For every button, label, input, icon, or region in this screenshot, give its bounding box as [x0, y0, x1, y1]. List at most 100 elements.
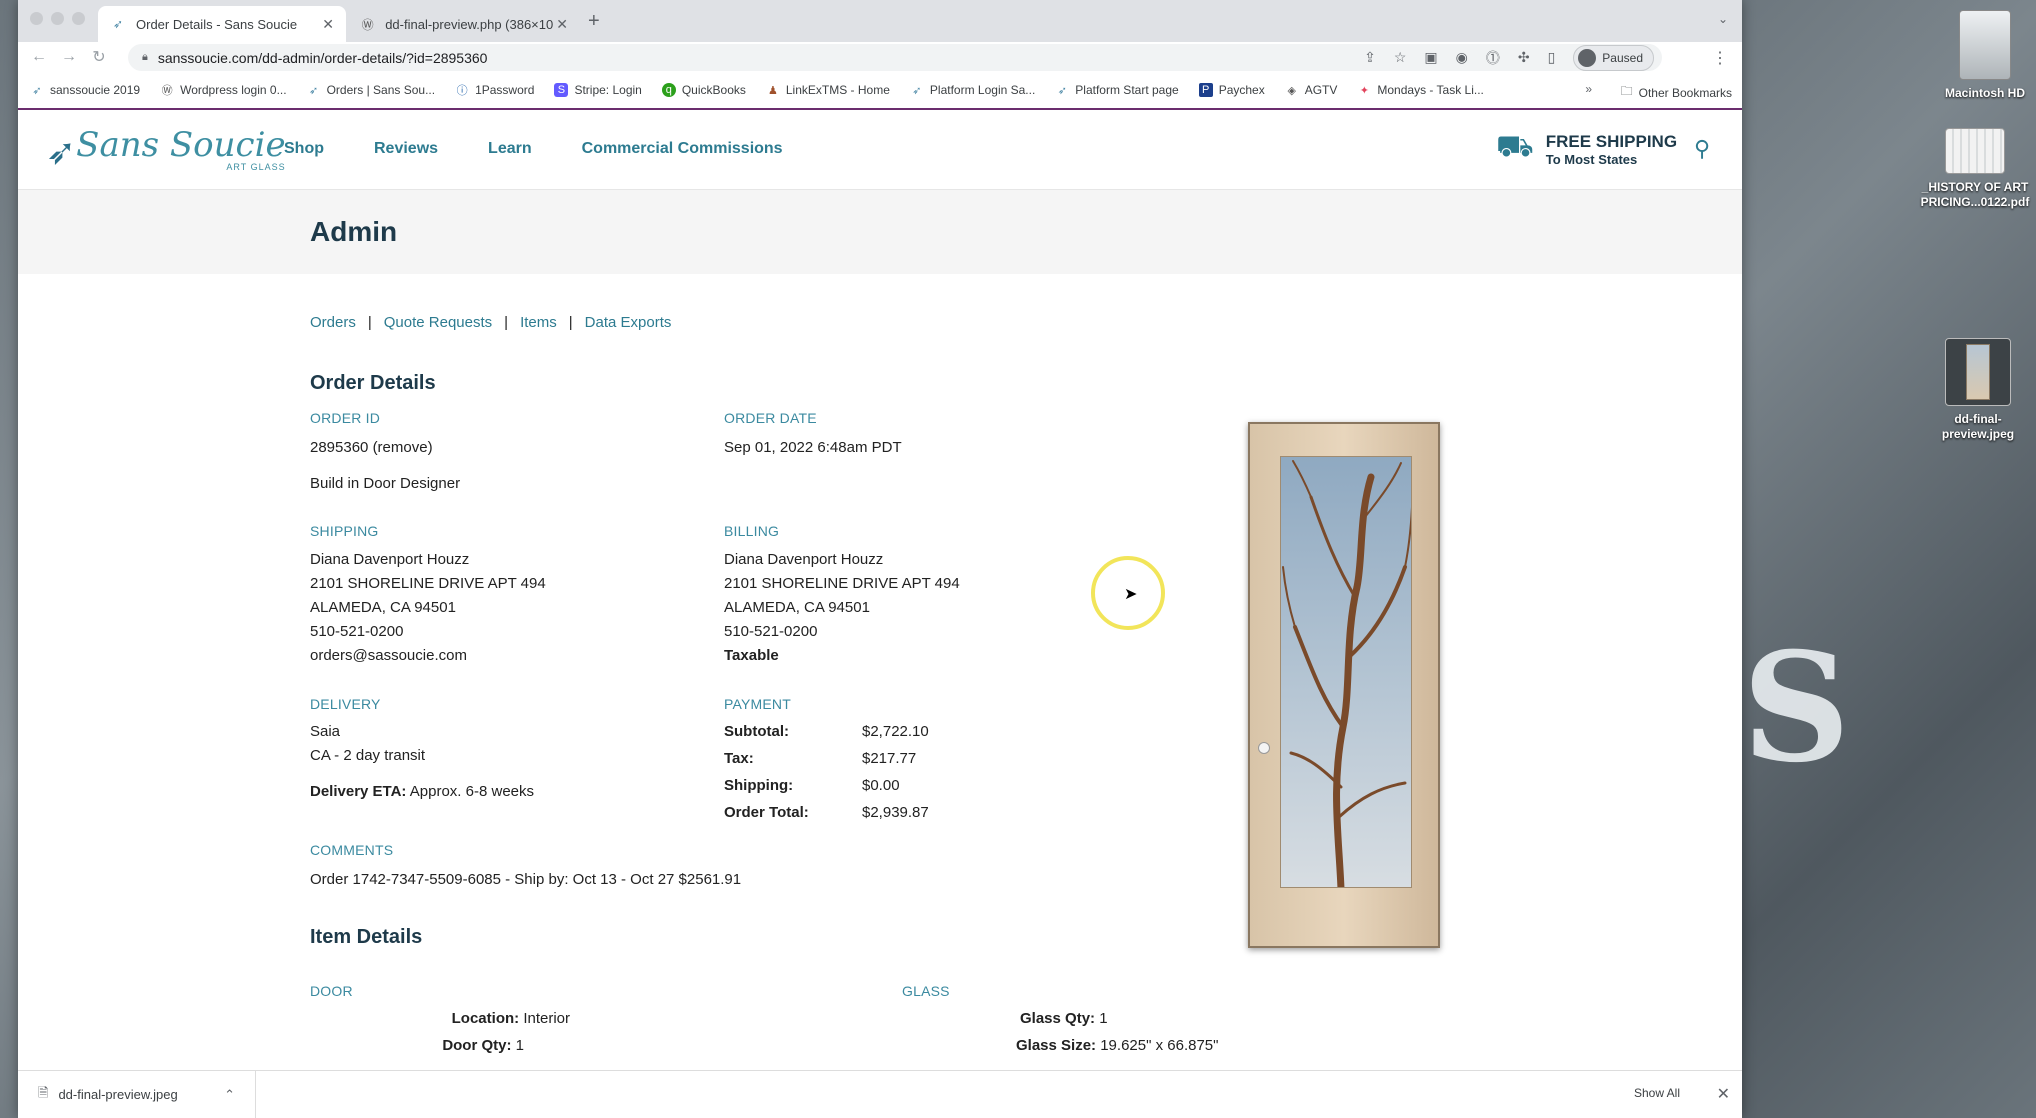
- admin-subnav: Orders | Quote Requests | Items | Data E…: [310, 314, 671, 331]
- delivery-label: DELIVERY: [310, 696, 381, 712]
- chevron-up-icon[interactable]: ⌃: [224, 1087, 235, 1103]
- subnav-quote-requests[interactable]: Quote Requests: [384, 314, 492, 331]
- tab-order-details[interactable]: ➶ Order Details - Sans Soucie ✕: [98, 6, 346, 42]
- nav-commercial-commissions[interactable]: Commercial Commissions: [582, 140, 783, 158]
- other-bookmarks-label: Other Bookmarks: [1638, 85, 1732, 100]
- bookmarks-overflow-button[interactable]: »: [1585, 82, 1592, 96]
- chevron-down-icon[interactable]: ⌄: [1718, 12, 1728, 26]
- back-icon[interactable]: ←: [24, 48, 54, 66]
- bookmark-item[interactable]: ➶ sanssoucie 2019: [30, 83, 140, 97]
- subnav-data-exports[interactable]: Data Exports: [585, 314, 672, 331]
- bookmark-label: Orders | Sans Sou...: [326, 83, 436, 97]
- bookmark-item[interactable]: q QuickBooks: [661, 83, 746, 97]
- desktop-icon-label: dd-final-preview.jpeg: [1941, 412, 2015, 441]
- glass-label: GLASS: [902, 983, 950, 999]
- window-controls[interactable]: [30, 12, 85, 25]
- field-key: Glass Qty:: [1020, 1010, 1096, 1027]
- bookmark-item[interactable]: Ⓦ Wordpress login 0...: [160, 83, 287, 97]
- item-details-heading: Item Details: [310, 926, 423, 948]
- bookmarks-bar: ➶ sanssoucie 2019 Ⓦ Wordpress login 0... ➶…: [18, 72, 1742, 110]
- star-icon[interactable]: ☆: [1394, 49, 1407, 66]
- close-icon[interactable]: ✕: [1717, 1084, 1730, 1104]
- bookmark-item[interactable]: ➶ Orders | Sans Sou...: [307, 83, 436, 97]
- wordpress-favicon-icon: Ⓦ: [361, 17, 374, 32]
- share-icon[interactable]: ⇪: [1364, 49, 1376, 66]
- payment-value: $217.77: [862, 750, 917, 767]
- page-title: Admin: [310, 216, 398, 247]
- shipping-name: Diana Davenport Houzz: [310, 551, 470, 568]
- subnav-items[interactable]: Items: [520, 314, 557, 331]
- other-bookmarks[interactable]: 🗀︎ Other Bookmarks: [1621, 82, 1732, 103]
- desktop-icon-macintosh-hd[interactable]: Macintosh HD: [1940, 10, 2030, 100]
- tab-title: dd-final-preview.php (386×10: [385, 16, 554, 32]
- glass-qty: Glass Qty: 1: [1020, 1010, 1108, 1027]
- payment-value: $2,722.10: [862, 723, 929, 740]
- profile-button[interactable]: Paused: [1573, 44, 1654, 71]
- subnav-orders[interactable]: Orders: [310, 314, 356, 331]
- reload-icon[interactable]: ↻: [84, 47, 114, 67]
- order-id-value[interactable]: 2895360 (remove): [310, 436, 433, 460]
- payment-tax: Tax: $217.77: [724, 750, 916, 767]
- order-id-label: ORDER ID: [310, 410, 381, 426]
- bookmark-label: Mondays - Task Li...: [1377, 83, 1484, 97]
- agtv-icon: ◈: [1287, 84, 1296, 97]
- desktop-icon-label: _HISTORY OF ART PRICING...0122.pdf: [1920, 180, 2030, 209]
- image-thumbnail-icon: [1945, 338, 2011, 406]
- field-value: 19.625" x 66.875": [1100, 1037, 1219, 1054]
- shipping-address: Diana Davenport Houzz 2101 SHORELINE DRI…: [310, 548, 546, 668]
- bookmark-label: sanssoucie 2019: [50, 83, 141, 97]
- site-logo[interactable]: ➶ Sans Soucie ART GLASS: [46, 128, 286, 172]
- extension-1password-icon[interactable]: ⓵: [1486, 48, 1500, 68]
- shipping-label: SHIPPING: [310, 523, 379, 539]
- new-tab-icon[interactable]: +: [588, 10, 600, 33]
- free-shipping-banner: ⛟ FREE SHIPPING To Most States: [1496, 130, 1677, 168]
- door-qty: Door Qty: 1: [310, 1037, 524, 1054]
- search-icon[interactable]: ⚲: [1694, 136, 1710, 162]
- bookmark-item[interactable]: ✦ Mondays - Task Li...: [1357, 83, 1484, 97]
- bookmark-label: AGTV: [1304, 83, 1338, 97]
- bookmark-item[interactable]: S Stripe: Login: [554, 83, 642, 97]
- close-icon[interactable]: ✕: [556, 16, 568, 33]
- sidebar-icon[interactable]: ▯: [1548, 49, 1556, 66]
- tab-dd-final-preview[interactable]: Ⓦ dd-final-preview.php (386×10 ✕: [348, 6, 580, 42]
- delivery-eta-value: Approx. 6-8 weeks: [409, 783, 535, 800]
- desktop-icon-dd-final-preview[interactable]: dd-final-preview.jpeg: [1932, 338, 2024, 442]
- field-value: Interior: [523, 1010, 570, 1027]
- address-bar[interactable]: 🔒︎ sanssoucie.com/dd-admin/order-details…: [128, 44, 1662, 71]
- payment-subtotal: Subtotal: $2,722.10: [724, 723, 929, 740]
- door-label: DOOR: [310, 983, 353, 999]
- nav-learn[interactable]: Learn: [488, 140, 532, 158]
- download-item[interactable]: 🗎︎ dd-final-preview.jpeg ⌃: [18, 1071, 256, 1118]
- bookmark-item[interactable]: ➶ Platform Login Sa...: [910, 83, 1035, 97]
- divider: |: [568, 314, 573, 331]
- payment-key: Subtotal:: [724, 723, 789, 740]
- menu-kebab-icon[interactable]: ⋮: [1712, 48, 1728, 68]
- bookmark-item[interactable]: ➶ Platform Start page: [1055, 83, 1179, 97]
- extension-icon[interactable]: ◉: [1456, 49, 1468, 66]
- extension-g-icon[interactable]: ▣: [1424, 49, 1437, 66]
- order-date-value: Sep 01, 2022 6:48am PDT: [724, 439, 902, 456]
- billing-label: BILLING: [724, 523, 780, 539]
- billing-address: Diana Davenport Houzz 2101 SHORELINE DRI…: [724, 548, 960, 668]
- payment-value: $2,939.87: [862, 804, 929, 821]
- bookmark-item[interactable]: ⓘ 1Password: [455, 83, 535, 97]
- payment-shipping: Shipping: $0.00: [724, 777, 900, 794]
- close-icon[interactable]: ✕: [322, 16, 334, 33]
- pdf-thumbnail-icon: [1945, 128, 2005, 174]
- bookmark-item[interactable]: P Paychex: [1198, 83, 1265, 97]
- show-all-button[interactable]: Show All: [1634, 1086, 1680, 1100]
- bookmark-label: 1Password: [475, 83, 535, 97]
- puzzle-icon[interactable]: ✣: [1518, 49, 1530, 66]
- desktop-icon-history-pdf[interactable]: _HISTORY OF ART PRICING...0122.pdf: [1916, 128, 2034, 210]
- nav-shop[interactable]: Shop: [284, 140, 324, 158]
- forward-icon[interactable]: →: [54, 48, 84, 66]
- bookmark-item[interactable]: ◈ AGTV: [1285, 83, 1338, 97]
- bookmark-label: LinkExTMS - Home: [785, 83, 890, 97]
- bookmark-item[interactable]: ♟ LinkExTMS - Home: [766, 83, 890, 97]
- folder-icon: 🗀︎: [1620, 84, 1633, 98]
- lock-icon: 🔒︎: [142, 51, 148, 63]
- bookmark-label: Platform Login Sa...: [929, 83, 1036, 97]
- payment-key: Tax:: [724, 750, 754, 767]
- nav-reviews[interactable]: Reviews: [374, 140, 438, 158]
- comments-label: COMMENTS: [310, 842, 394, 858]
